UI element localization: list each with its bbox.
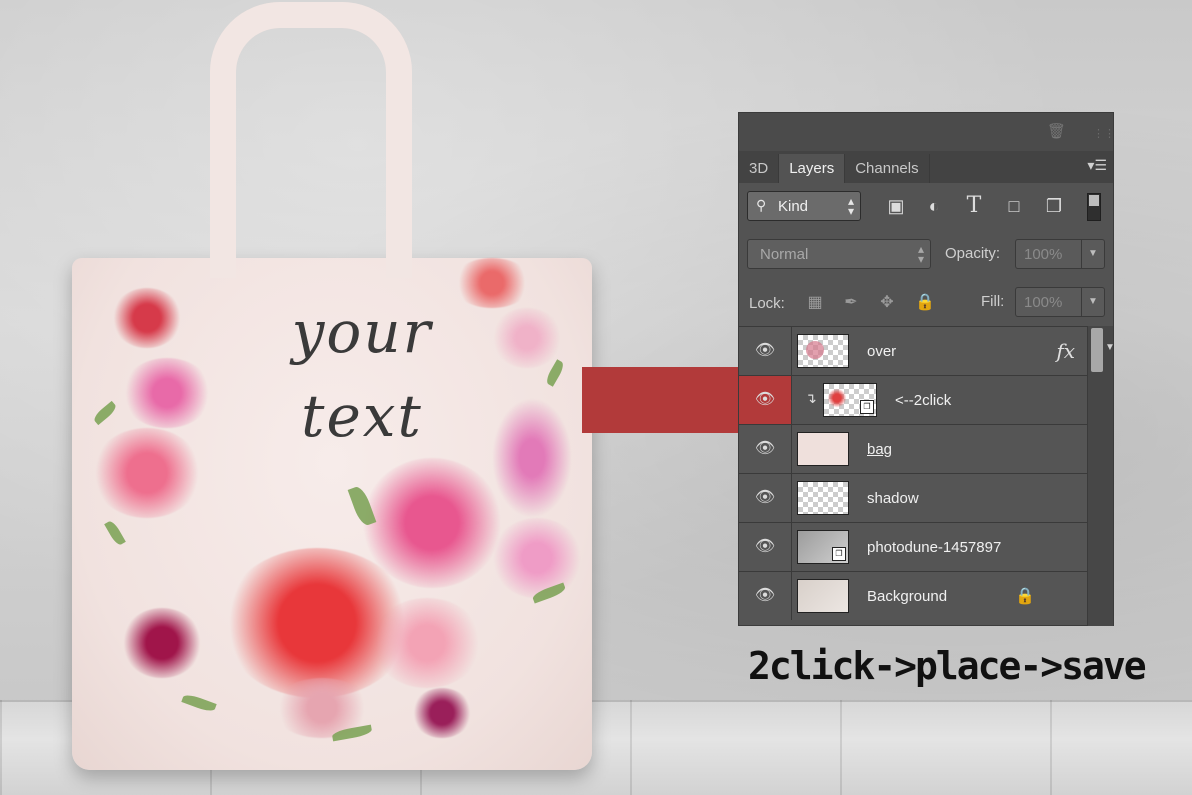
shape-filter-icon[interactable]: □: [1003, 195, 1025, 217]
eye-icon[interactable]: 👁: [753, 341, 777, 361]
flower: [452, 258, 532, 308]
opacity-value: 100%: [1024, 246, 1063, 263]
image-filter-icon[interactable]: ▣: [885, 195, 907, 217]
clipping-mask-arrow-icon: ↴: [805, 390, 817, 406]
opacity-field[interactable]: 100% ▼: [1015, 239, 1105, 269]
blend-mode-value: Normal: [760, 246, 809, 263]
flower: [372, 598, 482, 688]
instruction-text: 2click->place->save: [748, 644, 1147, 688]
fx-icon[interactable]: fx: [1056, 339, 1075, 363]
layer-shadow[interactable]: 👁 shadow: [739, 474, 1089, 523]
chevron-down-icon[interactable]: ▼: [1081, 288, 1104, 316]
layer-thumbnail: [797, 579, 849, 613]
flower: [412, 688, 472, 738]
panel-tabs: 3D Layers Channels ▾☰: [739, 151, 1113, 183]
layer-name: shadow: [867, 490, 919, 507]
lock-transparency-icon[interactable]: ▦: [805, 293, 825, 313]
kind-filter-select[interactable]: ⚲ Kind ▴ ▾: [747, 191, 861, 221]
flower: [492, 308, 562, 368]
filter-row: ⚲ Kind ▴ ▾ ▣ ◐ T □ ❐: [739, 183, 1113, 231]
layer-name: over: [867, 343, 897, 360]
smart-object-badge-icon: ❐: [832, 547, 846, 561]
layer-photodune[interactable]: 👁 ❐ photodune-1457897: [739, 523, 1089, 572]
adjustment-filter-icon[interactable]: ◐: [923, 195, 945, 217]
leaf: [181, 692, 217, 714]
lock-pixels-brush-icon[interactable]: ✒: [841, 293, 861, 313]
filter-toggle[interactable]: [1087, 193, 1101, 221]
visibility-cell[interactable]: 👁: [739, 376, 792, 424]
resize-grip-icon[interactable]: ⋮⋮: [1093, 127, 1115, 141]
leaf: [91, 400, 119, 426]
panel-header: 🗑 ⋮⋮: [739, 113, 1115, 151]
eye-icon[interactable]: 👁: [753, 390, 777, 410]
type-filter-icon[interactable]: T: [963, 195, 985, 217]
visibility-cell[interactable]: 👁: [739, 327, 792, 375]
tote-bag-mockup: your text: [60, 0, 620, 793]
kind-label: Kind: [778, 198, 809, 215]
eye-icon[interactable]: 👁: [753, 488, 777, 508]
bag-handle: [210, 2, 412, 278]
leaf: [544, 359, 566, 387]
opacity-label: Opacity:: [945, 245, 1001, 262]
layer-2click[interactable]: 👁 ↴ ❐ <--2click: [739, 376, 1089, 425]
visibility-cell[interactable]: 👁: [739, 523, 792, 571]
layer-thumbnail: ❐: [823, 383, 877, 417]
flower: [112, 288, 182, 348]
eye-icon[interactable]: 👁: [753, 439, 777, 459]
lock-label: Lock:: [749, 295, 785, 312]
flower: [492, 518, 582, 598]
layer-name: <--2click: [895, 392, 952, 409]
visibility-cell[interactable]: 👁: [739, 474, 792, 522]
layer-thumbnail: [797, 481, 849, 515]
leaf: [104, 519, 126, 547]
tab-3d[interactable]: 3D: [739, 154, 780, 183]
fill-label: Fill:: [981, 293, 1005, 310]
lock-position-move-icon[interactable]: ✥: [877, 293, 897, 313]
flower: [92, 428, 202, 518]
bag-text-line-2: text: [301, 382, 423, 450]
chevron-down-icon[interactable]: ▼: [1105, 342, 1115, 353]
fill-field[interactable]: 100% ▼: [1015, 287, 1105, 317]
updown-arrow-icon: ▴ ▾: [917, 242, 924, 266]
flower: [492, 398, 572, 518]
layer-name: photodune-1457897: [867, 539, 1002, 556]
layer-thumbnail: [797, 334, 849, 368]
trash-icon[interactable]: 🗑: [1047, 122, 1066, 140]
smart-object-filter-icon[interactable]: ❐: [1043, 195, 1065, 217]
fill-value: 100%: [1024, 294, 1063, 311]
blend-mode-select[interactable]: Normal ▴ ▾: [747, 239, 931, 269]
layer-over[interactable]: 👁 over fx: [739, 327, 1089, 376]
scrollbar-thumb[interactable]: [1091, 328, 1103, 372]
tab-layers[interactable]: Layers: [779, 154, 846, 183]
eye-icon[interactable]: 👁: [753, 537, 777, 557]
layers-scrollbar[interactable]: ▼: [1087, 326, 1115, 626]
highlight-connector: [582, 367, 742, 433]
layers-panel: 🗑 ⋮⋮ 3D Layers Channels ▾☰ ⚲ Kind ▴ ▾ ▣ ◐…: [738, 112, 1115, 627]
layer-thumbnail: ❐: [797, 530, 849, 564]
layers-list: 👁 over fx 👁 ↴ ❐ <--2click 👁 bag 👁 shadow…: [739, 326, 1089, 627]
flower: [122, 608, 202, 678]
eye-icon[interactable]: 👁: [753, 586, 777, 606]
bag-body: your text: [72, 258, 592, 770]
visibility-cell[interactable]: 👁: [739, 572, 792, 620]
layer-bag[interactable]: 👁 bag: [739, 425, 1089, 474]
tab-channels[interactable]: Channels: [845, 154, 930, 183]
layer-thumbnail: [797, 432, 849, 466]
search-icon: ⚲: [756, 197, 767, 213]
smart-object-badge-icon: ❐: [860, 400, 874, 414]
lock-row: Lock: ▦ ✒ ✥ 🔒 Fill: 100% ▼: [739, 279, 1113, 327]
flower: [122, 358, 212, 428]
visibility-cell[interactable]: 👁: [739, 425, 792, 473]
lock-all-icon[interactable]: 🔒: [915, 293, 935, 313]
lock-icon: 🔒: [1015, 588, 1035, 605]
layer-name: Background: [867, 588, 948, 605]
chevron-down-icon[interactable]: ▼: [1081, 240, 1104, 268]
layer-name: bag: [867, 441, 893, 458]
bag-text-line-1: your: [291, 298, 433, 366]
updown-arrow-icon: ▴ ▾: [847, 194, 854, 218]
panel-menu-icon[interactable]: ▾☰: [1087, 157, 1107, 174]
layer-background[interactable]: 👁 Background 🔒: [739, 572, 1089, 620]
blend-row: Normal ▴ ▾ Opacity: 100% ▼: [739, 231, 1113, 279]
